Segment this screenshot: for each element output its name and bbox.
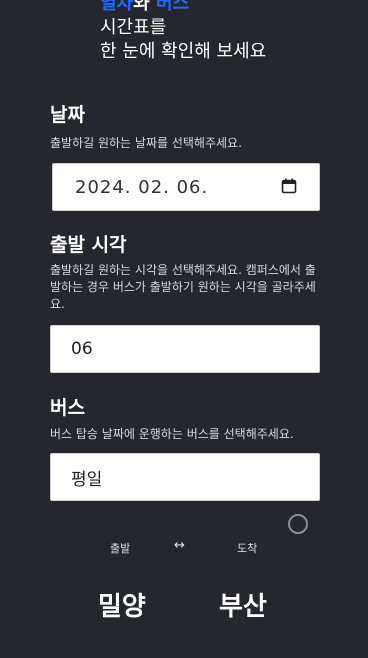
departure-time-value: 06 bbox=[71, 339, 93, 359]
date-section-title: 날짜 bbox=[50, 104, 85, 126]
hero-join-word: 와 bbox=[133, 0, 156, 14]
calendar-icon[interactable] bbox=[281, 178, 297, 194]
origin-station[interactable]: 밀양 bbox=[98, 586, 146, 623]
time-section-title: 출발 시각 bbox=[50, 234, 127, 256]
hero-heading: 열차와 버스 시간표를 한 눈에 확인해 보세요 bbox=[100, 0, 266, 64]
arrive-label: 도착 bbox=[237, 542, 258, 555]
destination-station[interactable]: 부산 bbox=[219, 586, 267, 623]
hero-line-2: 시간표를 bbox=[100, 17, 167, 38]
toggle-circle-button[interactable] bbox=[288, 514, 308, 534]
swap-icon[interactable]: ↔ bbox=[174, 538, 185, 553]
time-section-description: 출발하길 원하는 시각을 선택해주세요. 캠퍼스에서 출발하는 경우 버스가 출… bbox=[50, 263, 316, 311]
date-section-description: 출발하길 원하는 날짜를 선택해주세요. bbox=[50, 136, 242, 150]
hero-bus-word: 버스 bbox=[155, 0, 190, 14]
hero-line-3: 한 눈에 확인해 보세요 bbox=[100, 41, 267, 62]
depart-label: 출발 bbox=[110, 542, 131, 555]
bus-type-value: 평일 bbox=[71, 469, 103, 490]
swap-symbol: ↔ bbox=[174, 538, 185, 553]
bus-section-title: 버스 bbox=[50, 397, 85, 419]
hero-train-word: 열차 bbox=[100, 0, 134, 14]
departure-time-select[interactable]: 06 bbox=[50, 325, 320, 373]
bus-section-description: 버스 탑승 날짜에 운행하는 버스를 선택해주세요. bbox=[50, 427, 294, 441]
date-input[interactable]: 2024. 02. 06. bbox=[52, 163, 320, 211]
date-value: 2024. 02. 06. bbox=[75, 176, 209, 198]
bus-type-select[interactable]: 평일 bbox=[50, 453, 320, 501]
